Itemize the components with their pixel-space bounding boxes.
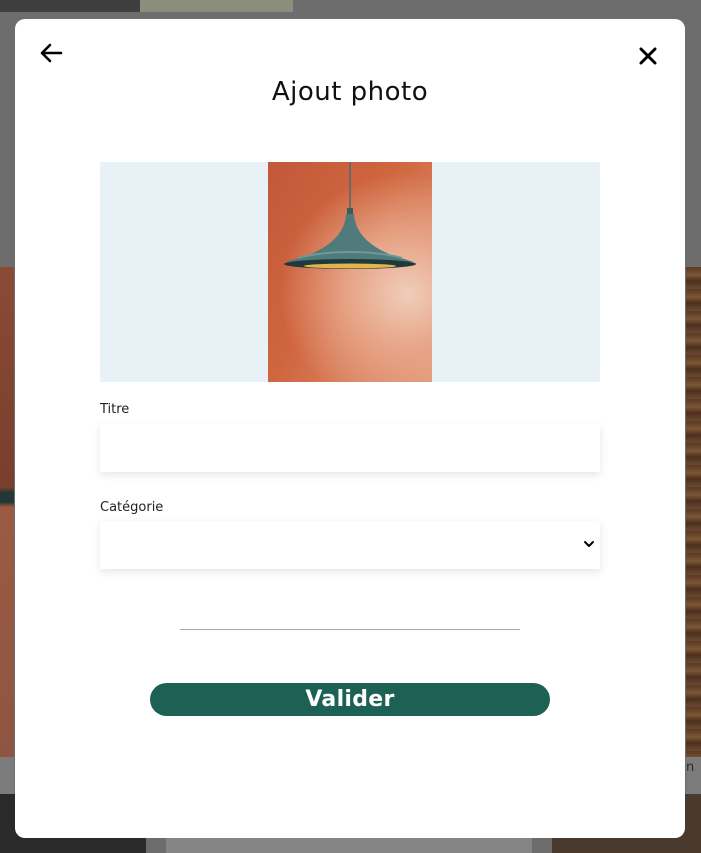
photo-preview	[100, 162, 600, 382]
add-photo-modal: Ajout photo Titre Catégorie Valider	[15, 19, 685, 838]
background-gallery-photo	[0, 267, 14, 757]
pendant-lamp-photo	[284, 162, 416, 269]
background-caption-text: n	[686, 760, 695, 775]
arrow-left-icon	[40, 43, 63, 63]
background-photo-thumb	[140, 0, 293, 12]
background-gallery-photo	[686, 267, 701, 757]
submit-button[interactable]: Valider	[150, 683, 550, 716]
close-icon	[639, 47, 657, 65]
preview-image	[268, 162, 432, 382]
modal-title: Ajout photo	[271, 77, 429, 107]
background-photo-caption	[0, 757, 14, 794]
close-button[interactable]	[635, 43, 661, 69]
category-select[interactable]	[100, 521, 600, 569]
title-label: Titre	[100, 402, 130, 417]
category-label: Catégorie	[100, 500, 164, 515]
chevron-down-icon	[584, 541, 594, 547]
form-divider	[180, 629, 520, 630]
background-photo-thumb	[0, 0, 140, 12]
title-input[interactable]	[100, 424, 600, 472]
back-button[interactable]	[37, 41, 65, 65]
